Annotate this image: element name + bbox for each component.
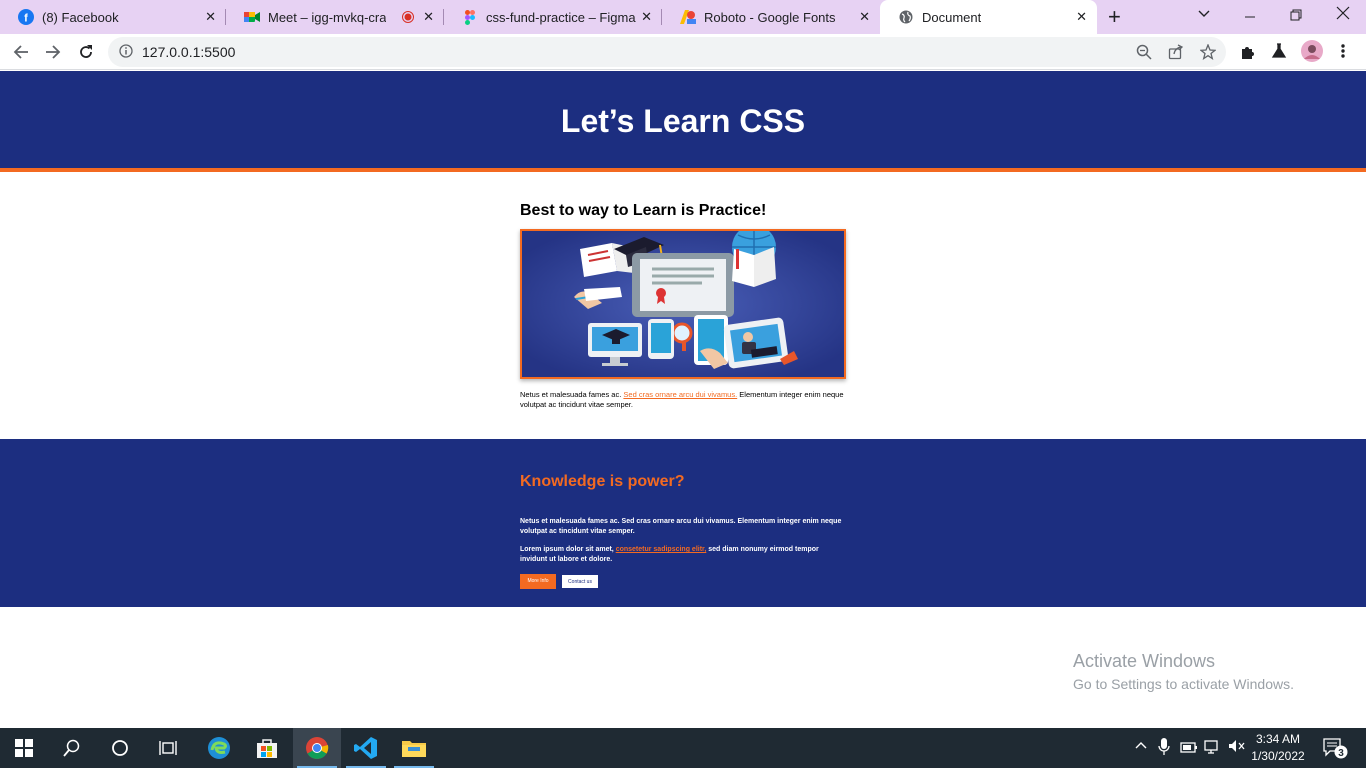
knowledge-paragraph-1: Netus et malesuada fames ac. Sed cras or… (520, 518, 842, 535)
intro-link[interactable]: Sed cras ornare arcu dui vivamus. (623, 390, 737, 399)
reload-icon[interactable] (75, 41, 97, 63)
task-view-icon[interactable] (144, 728, 192, 768)
tab-strip: f (8) Facebook ✕ Meet – igg-mvkq-cra ✕ c… (0, 0, 1366, 34)
edge-browser-icon[interactable] (195, 728, 243, 768)
knowledge-text-start: Lorem ipsum dolor sit amet, (520, 546, 616, 553)
tab-facebook[interactable]: f (8) Facebook ✕ (0, 0, 226, 34)
tab-meet[interactable]: Meet – igg-mvkq-cra ✕ (226, 0, 444, 34)
battery-icon[interactable] (1180, 738, 1198, 757)
education-illustration (520, 229, 846, 379)
extensions-icon[interactable] (1240, 43, 1256, 64)
windows-taskbar: 3:34 AM 1/30/2022 3 (0, 728, 1366, 768)
watermark-subtitle: Go to Settings to activate Windows. (1073, 676, 1294, 692)
file-explorer-icon[interactable] (390, 728, 438, 768)
profile-avatar[interactable] (1301, 40, 1323, 67)
microsoft-store-icon[interactable] (243, 728, 291, 768)
intro-paragraph: Netus et malesuada fames ac. Sed cras or… (520, 390, 846, 410)
knowledge-content: Knowledge is power? Netus et malesuada f… (520, 473, 846, 589)
clock-time: 3:34 AM (1255, 732, 1301, 746)
volume-muted-icon[interactable] (1228, 738, 1246, 757)
tab-close-icon[interactable]: ✕ (859, 9, 870, 25)
knowledge-section: Knowledge is power? Netus et malesuada f… (0, 439, 1366, 607)
knowledge-heading: Knowledge is power? (520, 473, 685, 490)
tab-title: Meet – igg-mvkq-cra (268, 9, 387, 25)
search-icon[interactable] (48, 728, 96, 768)
chrome-icon[interactable] (293, 728, 341, 768)
activate-windows-watermark: Activate Windows Go to Settings to activ… (1073, 651, 1294, 692)
clock-date: 1/30/2022 (1251, 749, 1305, 763)
facebook-icon: f (18, 9, 34, 25)
new-tab-button[interactable]: + (1108, 5, 1121, 29)
web-page: Let’s Learn CSS Best to way to Learn is … (0, 71, 1366, 728)
url-text[interactable]: 127.0.0.1:5500 (142, 44, 235, 60)
google-meet-icon (244, 9, 260, 25)
tab-close-icon[interactable]: ✕ (641, 9, 652, 25)
restore-icon[interactable] (1290, 8, 1302, 24)
tab-figma[interactable]: css-fund-practice – Figma ✕ (444, 0, 662, 34)
start-button[interactable] (0, 728, 48, 768)
cortana-icon[interactable] (96, 728, 144, 768)
forward-icon[interactable] (42, 41, 64, 63)
section-heading: Best to way to Learn is Practice! (520, 202, 767, 219)
zoom-icon[interactable] (1136, 44, 1152, 65)
tab-google-fonts[interactable]: Roboto - Google Fonts ✕ (662, 0, 880, 34)
back-icon[interactable] (10, 41, 32, 63)
tab-close-icon[interactable]: ✕ (423, 9, 434, 25)
bookmark-star-icon[interactable] (1199, 43, 1217, 65)
network-icon[interactable] (1204, 738, 1222, 757)
knowledge-paragraph-2: Lorem ipsum dolor sit amet, consetetur s… (520, 545, 846, 565)
tab-search-icon[interactable] (1198, 6, 1210, 22)
minimize-icon[interactable] (1244, 8, 1256, 24)
address-bar[interactable]: 127.0.0.1:5500 (108, 37, 1226, 67)
system-clock[interactable]: 3:34 AM 1/30/2022 (1248, 731, 1308, 765)
more-menu-icon[interactable] (1340, 43, 1346, 64)
globe-icon (898, 9, 914, 25)
google-fonts-icon (680, 9, 696, 25)
figma-icon (462, 9, 478, 25)
recording-icon (402, 11, 414, 26)
tab-title: Roboto - Google Fonts (704, 9, 836, 25)
watermark-title: Activate Windows (1073, 651, 1216, 671)
notifications-icon[interactable] (1322, 737, 1350, 762)
intro-text-start: Netus et malesuada fames ac. (520, 390, 624, 399)
tab-title: css-fund-practice – Figma (486, 9, 636, 25)
knowledge-link[interactable]: consetetur sadipscing elitr, (616, 546, 707, 553)
share-icon[interactable] (1168, 44, 1184, 65)
lab-flask-icon[interactable] (1271, 43, 1287, 64)
practice-section: Best to way to Learn is Practice! Netus … (520, 202, 846, 410)
close-window-icon[interactable] (1336, 6, 1350, 23)
site-info-icon[interactable] (119, 44, 133, 63)
tab-close-icon[interactable]: ✕ (1076, 9, 1087, 25)
tab-title: Document (922, 9, 982, 25)
svg-text:f: f (24, 13, 28, 25)
contact-us-button[interactable]: Contact us (561, 574, 599, 589)
tab-title: (8) Facebook (42, 9, 119, 25)
hero-banner: Let’s Learn CSS (0, 71, 1366, 172)
vscode-icon[interactable] (342, 728, 390, 768)
button-row: More Info Contact us (520, 574, 846, 589)
tab-document[interactable]: Document ✕ (880, 0, 1097, 34)
notification-count: 3 (1338, 748, 1344, 759)
hero-title: Let’s Learn CSS (560, 103, 806, 139)
microphone-icon[interactable] (1158, 738, 1170, 759)
more-info-button[interactable]: More Info (520, 574, 556, 589)
tab-close-icon[interactable]: ✕ (205, 9, 216, 25)
browser-toolbar: 127.0.0.1:5500 (0, 34, 1366, 70)
show-hidden-icons-icon[interactable] (1134, 738, 1148, 755)
